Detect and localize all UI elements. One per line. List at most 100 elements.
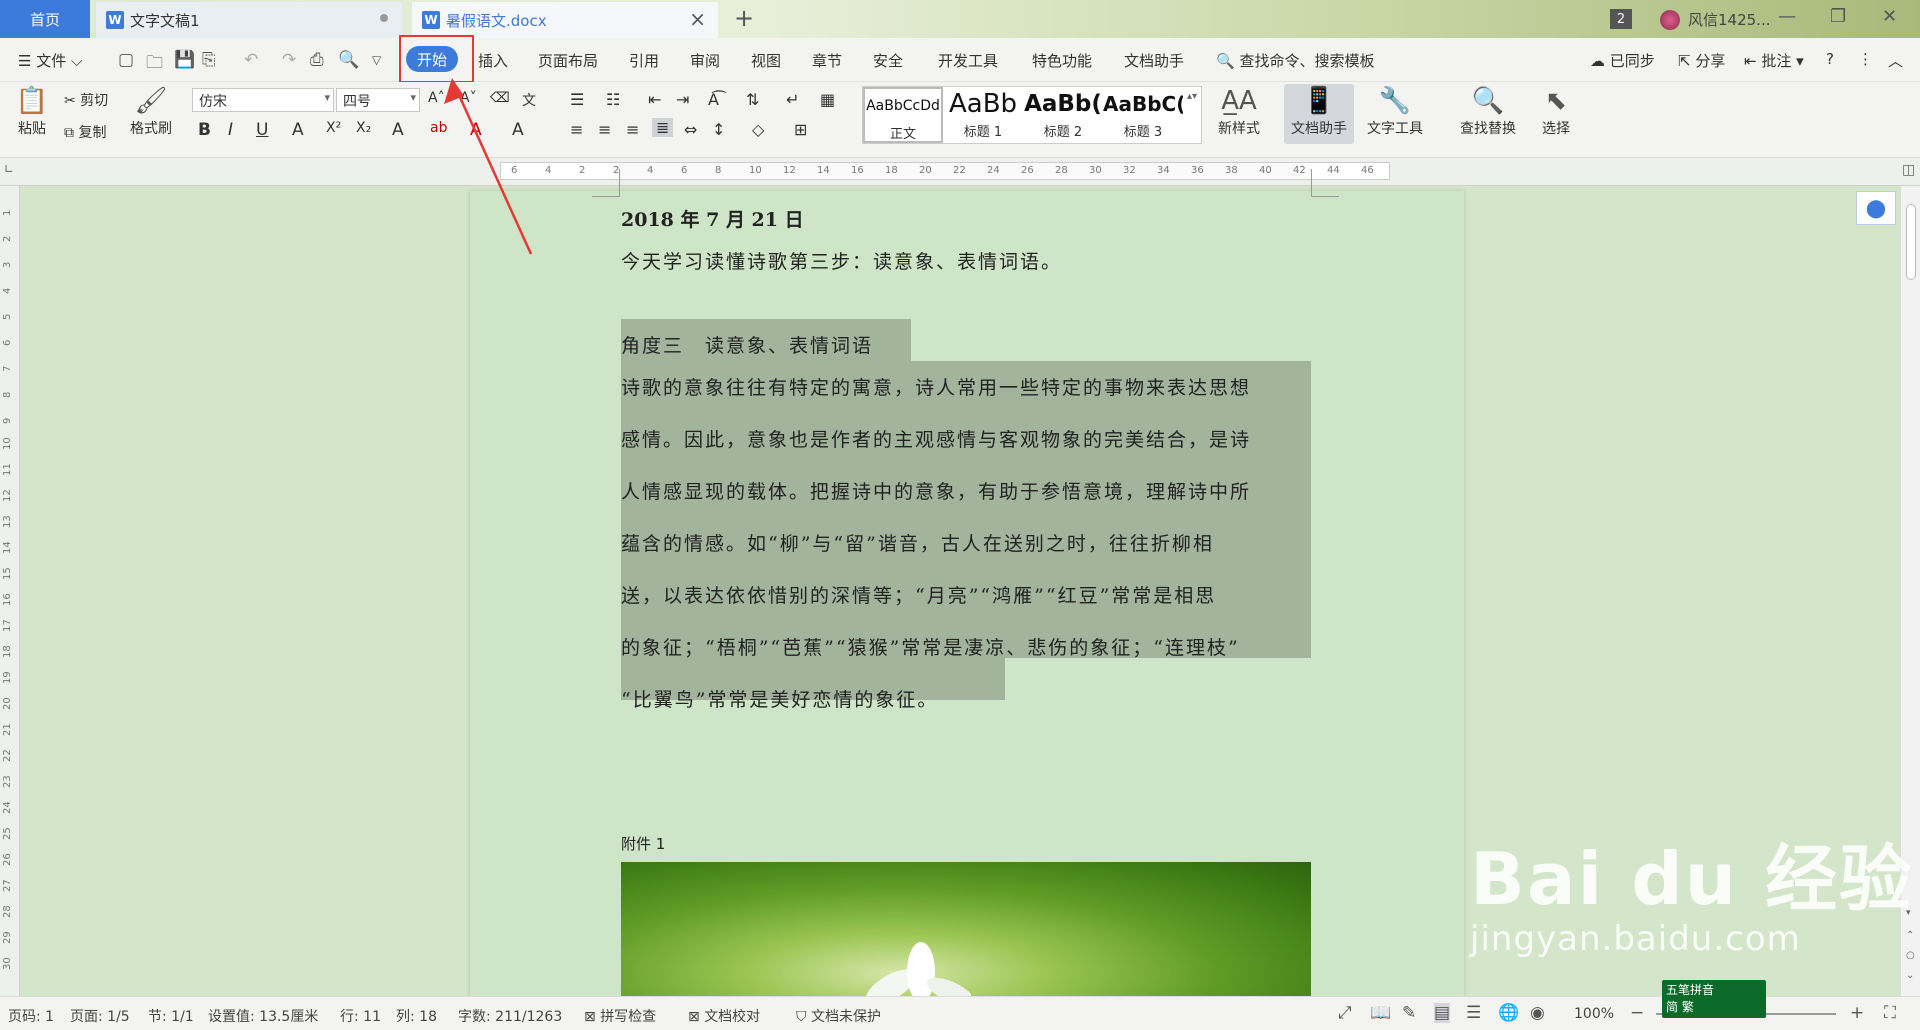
column-indicator[interactable]: 列: 18: [396, 1006, 437, 1026]
outline-view-icon[interactable]: ☰: [1466, 1003, 1481, 1023]
bold-icon[interactable]: B: [198, 120, 211, 140]
row-indicator[interactable]: 行: 11: [340, 1006, 381, 1026]
tab-insert[interactable]: 插入: [478, 50, 508, 71]
tab-review[interactable]: 审阅: [690, 50, 720, 71]
grow-font-icon[interactable]: A˄: [428, 90, 445, 106]
setting-value[interactable]: 设置值: 13.5厘米: [208, 1006, 318, 1026]
show-marks-icon[interactable]: ↵: [786, 90, 799, 109]
fit-window-icon[interactable]: ⛶: [1884, 1003, 1896, 1023]
help-button[interactable]: ?: [1826, 50, 1834, 68]
attachment-photo[interactable]: [621, 862, 1311, 1007]
zoom-in-icon[interactable]: +: [1850, 1003, 1864, 1023]
table-border-icon[interactable]: ▦: [820, 90, 835, 109]
sync-button[interactable]: ☁ 已同步: [1590, 50, 1655, 71]
format-painter-button[interactable]: 🖌 格式刷: [126, 84, 176, 138]
superscript-icon[interactable]: X²: [326, 120, 341, 136]
shrink-font-icon[interactable]: A˅: [460, 90, 477, 106]
spell-check-button[interactable]: ⊠ 拼写检查: [584, 1006, 656, 1026]
clear-format-icon[interactable]: ⌫: [490, 90, 510, 106]
save-as-icon[interactable]: ⎘: [202, 50, 216, 70]
word-count[interactable]: 字数: 211/1263: [458, 1006, 562, 1026]
eye-protect-icon[interactable]: ◉: [1530, 1003, 1545, 1023]
save-icon[interactable]: 💾: [174, 50, 195, 70]
scroll-thumb[interactable]: [1906, 204, 1916, 280]
chinese-layout-icon[interactable]: A͡: [708, 90, 719, 109]
restore-icon[interactable]: ❐: [1830, 6, 1846, 27]
more-options-icon[interactable]: ⋮: [1858, 50, 1873, 68]
zoom-level[interactable]: 100%: [1574, 1006, 1614, 1022]
style-heading-3[interactable]: AaBbC( 标题 3: [1103, 87, 1183, 143]
distributed-icon[interactable]: ⇔: [684, 120, 697, 139]
window-count-badge[interactable]: 2: [1610, 9, 1632, 29]
subscript-icon[interactable]: X₂: [356, 120, 371, 136]
style-heading-1[interactable]: AaBb 标题 1: [943, 87, 1023, 143]
page-number[interactable]: 页码: 1: [8, 1006, 54, 1026]
tab-doc-assistant[interactable]: 文档助手: [1124, 50, 1184, 71]
home-tab[interactable]: 首页: [0, 0, 90, 38]
numbered-list-icon[interactable]: ☷: [606, 90, 620, 109]
tab-document-1[interactable]: W 文字文稿1: [96, 2, 402, 38]
justify-icon[interactable]: ≣: [652, 118, 674, 137]
command-search[interactable]: 🔍 查找命令、搜索模板: [1216, 50, 1374, 71]
fullscreen-icon[interactable]: ⤢: [1338, 1003, 1352, 1023]
shading-icon[interactable]: ◇: [752, 120, 764, 139]
select-button[interactable]: ⬉ 选择: [1534, 84, 1578, 138]
share-button[interactable]: ⇱ 分享: [1678, 50, 1725, 71]
italic-icon[interactable]: I: [228, 120, 233, 140]
gallery-scroll-icon[interactable]: ▴▾: [1187, 91, 1197, 102]
file-menu[interactable]: ☰ 文件 ⌵: [18, 50, 82, 71]
line-sort-icon[interactable]: ⇅: [746, 90, 759, 109]
doc-protect-button[interactable]: ⛉ 文档未保护: [796, 1006, 881, 1026]
font-name-select[interactable]: 仿宋: [192, 88, 334, 112]
web-view-icon[interactable]: 🌐: [1498, 1003, 1519, 1023]
tab-stop-icon[interactable]: ∟: [4, 162, 14, 176]
tab-view[interactable]: 视图: [751, 50, 781, 71]
char-shading-icon[interactable]: A: [512, 120, 524, 140]
text-effect-icon[interactable]: A: [392, 120, 404, 140]
phonetic-guide-icon[interactable]: 文: [522, 90, 536, 110]
text-tools-button[interactable]: 🔧 文字工具: [1360, 84, 1430, 138]
close-window-icon[interactable]: ✕: [1882, 6, 1897, 27]
font-color-icon[interactable]: A: [470, 120, 482, 140]
read-mode-icon[interactable]: 📖: [1370, 1003, 1391, 1023]
customize-toolbar-icon[interactable]: ▽: [372, 53, 381, 67]
style-normal[interactable]: AaBbCcDd 正文: [863, 87, 943, 143]
new-tab-button[interactable]: +: [734, 4, 754, 32]
print-preview-icon[interactable]: 🔍: [338, 50, 359, 70]
tab-page-layout[interactable]: 页面布局: [538, 50, 598, 71]
ime-status[interactable]: 五笔拼音 简 繁: [1662, 980, 1766, 1018]
cut-button[interactable]: ✂ 剪切: [64, 90, 108, 110]
tab-special-features[interactable]: 特色功能: [1032, 50, 1092, 71]
tab-references[interactable]: 引用: [629, 50, 659, 71]
zoom-out-icon[interactable]: −: [1630, 1003, 1644, 1023]
vertical-ruler[interactable]: 1 2 3 4 5 6 7 8 9 10 11 12 13 14 15 16 17 18 19 20 21 22 23 24 2…: [0, 186, 20, 996]
doc-proof-button[interactable]: ⊠ 文档校对: [688, 1006, 760, 1026]
section-indicator[interactable]: 节: 1/1: [148, 1006, 194, 1026]
comment-button[interactable]: ⇤ 批注 ▾: [1744, 50, 1804, 71]
tab-security[interactable]: 安全: [873, 50, 903, 71]
page-count[interactable]: 页面: 1/5: [70, 1006, 130, 1026]
user-account[interactable]: 风信1425...: [1660, 9, 1770, 30]
redo-icon[interactable]: ↷: [282, 50, 296, 70]
align-left-icon[interactable]: ≡: [570, 120, 583, 139]
horizontal-ruler[interactable]: ∟ 6 4 2 2 4 6 8 10 12 14 16 18 20 22 24 26 28 30 32 34 36 38 4…: [0, 158, 1920, 186]
page-view-icon[interactable]: ▤: [1434, 1003, 1451, 1023]
tab-developer[interactable]: 开发工具: [938, 50, 998, 71]
strikethrough-icon[interactable]: A: [292, 120, 304, 140]
location-pin-icon[interactable]: ⬤: [1856, 191, 1896, 225]
find-replace-button[interactable]: 🔍 查找替换: [1452, 84, 1524, 138]
new-style-button[interactable]: A̲A 新样式: [1208, 84, 1270, 138]
undo-icon[interactable]: ↶: [244, 50, 258, 70]
tab-document-2[interactable]: W 暑假语文.docx ×: [412, 2, 718, 38]
doc-assistant-button[interactable]: 📱 文档助手: [1284, 84, 1354, 144]
copy-button[interactable]: ⧉ 复制: [64, 122, 106, 142]
line-spacing-icon[interactable]: ↕: [712, 120, 725, 139]
align-center-icon[interactable]: ≡: [598, 120, 611, 139]
font-size-select[interactable]: 四号: [336, 88, 420, 112]
increase-indent-icon[interactable]: ⇥: [676, 90, 689, 109]
paste-button[interactable]: 📋 粘贴: [12, 84, 52, 138]
decrease-indent-icon[interactable]: ⇤: [648, 90, 661, 109]
style-heading-2[interactable]: AaBb( 标题 2: [1023, 87, 1103, 143]
print-icon[interactable]: ⎙: [310, 50, 324, 70]
underline-icon[interactable]: U: [256, 120, 268, 140]
